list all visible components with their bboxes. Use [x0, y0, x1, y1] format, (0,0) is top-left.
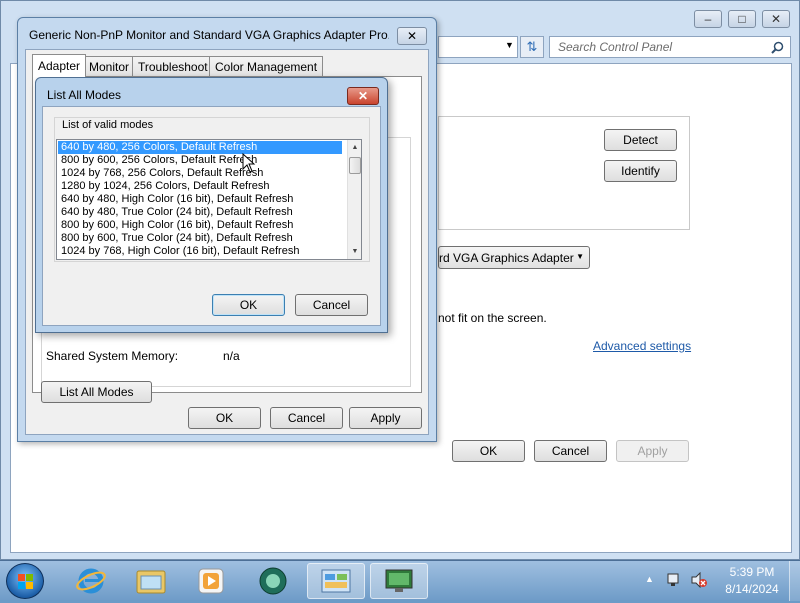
chevron-down-icon: ▼ [576, 252, 584, 261]
mode-list-item[interactable]: 640 by 480, High Color (16 bit), Default… [58, 193, 342, 206]
windows-logo-icon [18, 574, 33, 589]
taskbar-display-settings[interactable] [370, 563, 428, 599]
folder-icon [136, 570, 166, 594]
internet-explorer-icon [76, 568, 106, 594]
volume-muted-icon[interactable] [690, 572, 708, 588]
search-placeholder: Search Control Panel [558, 40, 673, 54]
taskbar-app[interactable] [244, 563, 302, 599]
mode-list-item[interactable]: 640 by 480, True Color (24 bit), Default… [58, 206, 342, 219]
shared-memory-label: Shared System Memory: [46, 349, 179, 363]
fit-warning-text: not fit on the screen. [438, 311, 547, 325]
control-panel-icon [321, 569, 351, 593]
mouse-cursor-icon [242, 153, 256, 173]
clock-date[interactable]: 8/14/2024 [716, 582, 788, 596]
close-icon[interactable]: ✕ [347, 87, 379, 105]
modes-ok-button[interactable]: OK [212, 294, 285, 316]
cp-apply-button[interactable]: Apply [616, 440, 689, 462]
taskbar: ▲ 5:39 PM 8/14/2024 [0, 560, 800, 601]
show-hidden-icons-icon[interactable]: ▲ [645, 574, 654, 584]
display-select-value: rd VGA Graphics Adapter [439, 250, 574, 265]
modes-cancel-button[interactable]: Cancel [295, 294, 368, 316]
cp-ok-button[interactable]: OK [452, 440, 525, 462]
tab-troubleshoot[interactable]: Troubleshoot [132, 56, 214, 76]
tab-adapter[interactable]: Adapter [32, 54, 87, 77]
mode-list-item[interactable]: 1024 by 768, 256 Colors, Default Refresh [58, 167, 342, 180]
start-button[interactable] [6, 563, 44, 599]
list-all-modes-button[interactable]: List All Modes [41, 381, 152, 403]
media-player-icon [198, 568, 224, 594]
address-bar[interactable]: ▼ [438, 36, 518, 58]
mode-list-item[interactable]: 1024 by 768, High Color (16 bit), Defaul… [58, 245, 342, 258]
tab-color-management[interactable]: Color Management [209, 56, 324, 76]
taskbar-explorer[interactable] [122, 563, 180, 599]
props-ok-button[interactable]: OK [188, 407, 261, 429]
globe-app-icon [259, 567, 287, 595]
tab-monitor[interactable]: Monitor [83, 56, 136, 76]
props-cancel-button[interactable]: Cancel [270, 407, 343, 429]
close-icon[interactable]: ✕ [397, 27, 427, 45]
props-apply-button[interactable]: Apply [349, 407, 422, 429]
modes-group-label: List of valid modes [60, 119, 156, 131]
minimize-icon[interactable]: – [694, 10, 722, 28]
scroll-down-icon[interactable]: ▼ [349, 245, 361, 257]
modes-dialog-title: List All Modes [47, 88, 122, 102]
mode-list-item[interactable]: 1280 by 1024, 256 Colors, Default Refres… [58, 180, 342, 193]
shared-memory-value: n/a [223, 349, 240, 363]
detect-button[interactable]: Detect [604, 129, 677, 151]
close-icon[interactable]: ✕ [762, 10, 790, 28]
modes-listbox[interactable]: 640 by 480, 256 Colors, Default Refresh 8… [56, 139, 362, 260]
identify-button[interactable]: Identify [604, 160, 677, 182]
search-icon[interactable] [771, 41, 784, 54]
chevron-down-icon[interactable]: ▼ [505, 40, 514, 50]
taskbar-control-panel[interactable] [307, 563, 365, 599]
mode-list-item[interactable]: 800 by 600, High Color (16 bit), Default… [58, 219, 342, 232]
scroll-thumb[interactable] [349, 157, 361, 174]
mode-list-item[interactable]: 800 by 600, True Color (24 bit), Default… [58, 232, 342, 245]
cp-cancel-button[interactable]: Cancel [534, 440, 607, 462]
display-select[interactable]: rd VGA Graphics Adapter ▼ [438, 246, 590, 269]
mode-list-item[interactable]: 800 by 600, 256 Colors, Default Refresh [58, 154, 342, 167]
advanced-settings-link[interactable]: Advanced settings [593, 339, 691, 353]
scroll-up-icon[interactable]: ▲ [349, 141, 361, 153]
modes-scrollbar[interactable]: ▲ ▼ [347, 140, 361, 259]
list-all-modes-dialog: List All Modes ✕ List of valid modes OK … [35, 77, 388, 333]
monitor-icon [385, 569, 413, 592]
dialog-title: Generic Non-PnP Monitor and Standard VGA… [29, 28, 389, 42]
show-desktop-button[interactable] [789, 561, 800, 601]
maximize-icon[interactable]: □ [728, 10, 756, 28]
clock-time[interactable]: 5:39 PM [722, 565, 782, 579]
search-input[interactable]: Search Control Panel [549, 36, 791, 58]
taskbar-internet-explorer[interactable] [62, 563, 120, 599]
refresh-icon[interactable]: ⇅ [520, 36, 544, 58]
taskbar-media-player[interactable] [182, 563, 240, 599]
network-icon[interactable] [666, 572, 682, 588]
mode-list-item[interactable]: 640 by 480, 256 Colors, Default Refresh [58, 141, 342, 154]
